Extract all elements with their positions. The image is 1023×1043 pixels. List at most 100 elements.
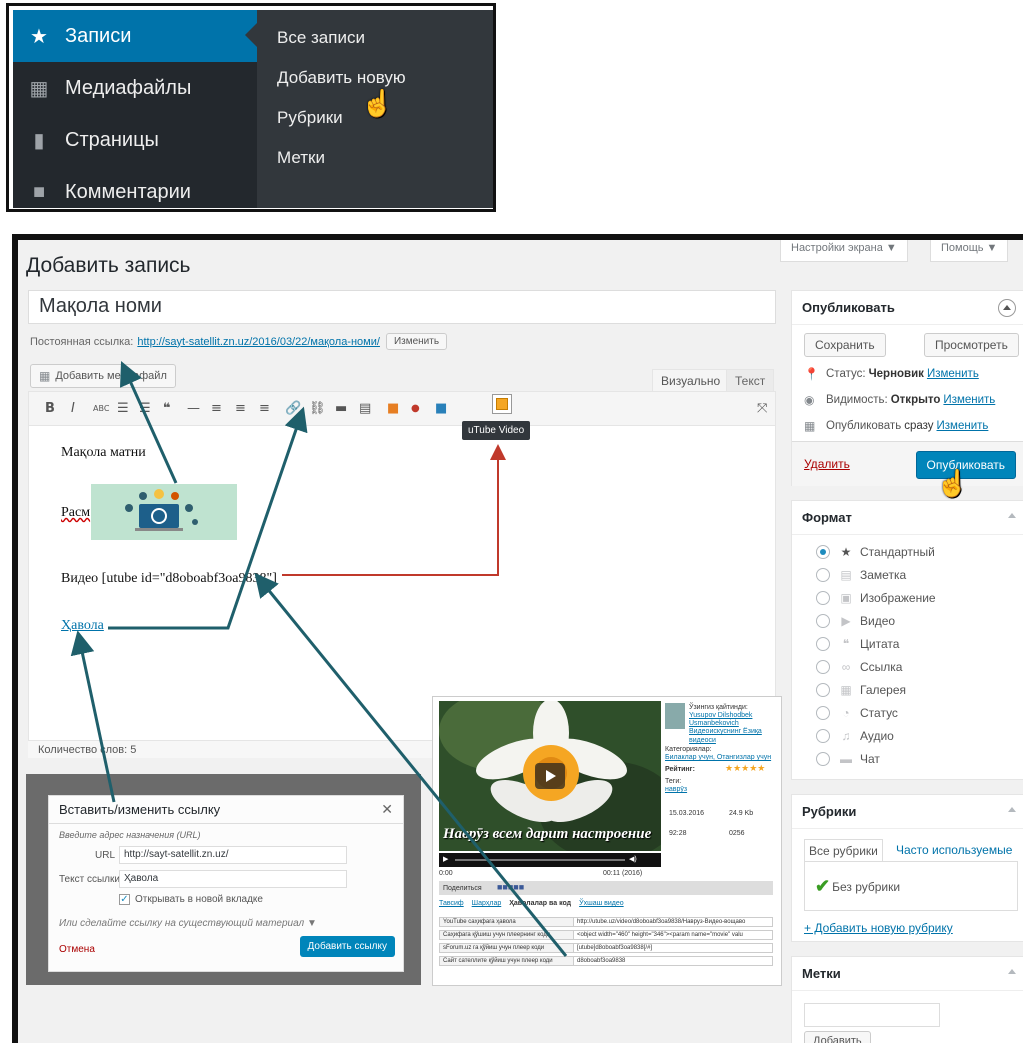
tag-input[interactable] <box>804 1003 940 1027</box>
collapse-icon[interactable] <box>1008 807 1016 812</box>
italic-icon[interactable]: I <box>71 401 75 417</box>
radio-button[interactable] <box>816 591 830 605</box>
add-link-button[interactable]: Добавить ссылку <box>299 936 395 957</box>
play-icon[interactable] <box>535 763 565 789</box>
align-right-icon[interactable]: ≡ <box>259 401 270 417</box>
radio-button[interactable] <box>816 568 830 582</box>
preview-button[interactable]: Просмотреть <box>924 333 1019 357</box>
help-tab[interactable]: Помощь ▼ <box>930 240 1009 262</box>
tag-link[interactable]: наврӯз <box>665 785 687 794</box>
horizontal-line-icon[interactable]: — <box>187 401 200 417</box>
format-option-status[interactable]: ◔ Статус <box>816 706 898 720</box>
play-icon[interactable]: ▶ <box>443 855 448 864</box>
align-center-icon[interactable]: ≡ <box>235 401 246 417</box>
save-draft-button[interactable]: Сохранить <box>804 333 886 357</box>
format-option-image[interactable]: ▣ Изображение <box>816 591 936 605</box>
new-tab-checkbox[interactable]: ✓ <box>119 894 130 905</box>
tab-popular-categories[interactable]: Часто используемые <box>896 843 1012 857</box>
radio-button[interactable] <box>816 729 830 743</box>
numbered-list-icon[interactable]: ☰ <box>139 401 151 417</box>
menu-item-pages[interactable]: ▮ Страницы <box>13 114 257 166</box>
format-option-aside[interactable]: ▤ Заметка <box>816 568 906 582</box>
format-option-video[interactable]: ▶ Видео <box>816 614 895 628</box>
format-box-header[interactable]: Формат <box>792 501 1023 535</box>
categories-link[interactable]: Билаклар учун, Отангизлар учун <box>665 753 771 762</box>
permalink-link[interactable]: http://sayt-satellit.zn.uz/2016/03/22/ма… <box>137 336 380 348</box>
share-label[interactable]: Поделиться <box>443 884 482 893</box>
format-option-audio[interactable]: ♫ Аудио <box>816 729 894 743</box>
submenu-tags[interactable]: Метки <box>257 138 493 178</box>
radio-button[interactable] <box>816 683 830 697</box>
tab-all-categories[interactable]: Все рубрики <box>804 839 883 862</box>
content-link[interactable]: Ҳавола <box>61 618 104 634</box>
toolbar-toggle-icon[interactable]: ▤ <box>359 401 371 417</box>
link-text-input[interactable]: Ҳавола <box>119 870 347 888</box>
add-media-button[interactable]: ▦ Добавить медиафайл <box>30 364 176 388</box>
unlink-icon[interactable]: ⛓ <box>309 401 326 417</box>
content-image-label: Расм <box>61 505 91 520</box>
tags-box-header[interactable]: Метки <box>792 957 1023 991</box>
screen-options-tab[interactable]: Настройки экрана ▼ <box>780 240 908 262</box>
bullet-list-icon[interactable]: ☰ <box>117 401 129 417</box>
tab-similar[interactable]: Ўхшаш видео <box>579 899 624 911</box>
author-link[interactable]: Видеоискуснинг Ёзиқа видеоси <box>689 727 779 745</box>
tab-description[interactable]: Тавсиф <box>439 899 464 911</box>
format-option-quote[interactable]: ❝ Цитата <box>816 637 899 651</box>
url-input[interactable]: http://sayt-satellit.zn.uz/ <box>119 846 347 864</box>
format-option-link[interactable]: ∞ Ссылка <box>816 660 902 674</box>
radio-button[interactable] <box>816 752 830 766</box>
checkmark-icon[interactable]: ✔ <box>815 876 830 897</box>
existing-content-toggle[interactable]: Или сделайте ссылку на существующий мате… <box>59 918 317 929</box>
add-category-link[interactable]: + Добавить новую рубрику <box>804 921 953 935</box>
delete-link[interactable]: Удалить <box>804 457 850 471</box>
strikethrough-icon[interactable]: ABC <box>93 401 109 417</box>
edit-schedule-link[interactable]: Изменить <box>937 420 989 432</box>
video-player[interactable]: Наврӯз всем дарит настроение <box>439 701 661 851</box>
social-icons[interactable]: ■■■■■ <box>497 883 524 892</box>
radio-button[interactable] <box>816 614 830 628</box>
inserted-image[interactable] <box>91 484 237 540</box>
close-icon[interactable]: ✕ <box>381 801 393 818</box>
edit-status-link[interactable]: Изменить <box>927 368 979 380</box>
read-more-icon[interactable]: ▬ <box>335 401 347 417</box>
plugin-button-icon[interactable]: ■ <box>435 401 447 417</box>
menu-item-media[interactable]: ▦ Медиафайлы <box>13 62 257 114</box>
blockquote-icon[interactable]: ❝ <box>163 401 171 417</box>
radio-button[interactable] <box>816 706 830 720</box>
cancel-link[interactable]: Отмена <box>59 944 95 955</box>
add-tag-button[interactable]: Добавить <box>804 1031 871 1043</box>
tab-text[interactable]: Текст <box>726 369 775 392</box>
tab-links-code[interactable]: Ҳаволалар ва код <box>509 899 571 911</box>
tab-comments[interactable]: Шарҳлар <box>472 899 502 911</box>
tab-visual[interactable]: Визуально <box>652 369 730 392</box>
format-option-chat[interactable]: ▬ Чат <box>816 752 880 766</box>
format-option-standard[interactable]: ★ Стандартный <box>816 545 935 559</box>
progress-bar[interactable] <box>455 859 625 861</box>
volume-icon[interactable]: ◀) <box>629 855 637 864</box>
link-icon[interactable]: 🔗 <box>285 401 301 417</box>
permalink-edit-button[interactable]: Изменить <box>385 333 448 350</box>
categories-box-header[interactable]: Рубрики <box>792 795 1023 829</box>
category-item[interactable]: ✔ Без рубрики <box>815 876 900 897</box>
collapse-icon[interactable] <box>1008 969 1016 974</box>
bold-icon[interactable]: B <box>45 401 55 417</box>
format-option-gallery[interactable]: ▦ Галерея <box>816 683 906 697</box>
submenu-all-posts[interactable]: Все записи <box>257 18 493 58</box>
edit-visibility-link[interactable]: Изменить <box>943 394 995 406</box>
post-title-input[interactable]: Мақола номи <box>28 290 776 324</box>
radio-button[interactable] <box>816 545 830 559</box>
plugin-button-icon[interactable]: ● <box>411 401 420 417</box>
fullscreen-icon[interactable]: ⤧ <box>757 401 767 417</box>
publish-box-header[interactable]: Опубликовать <box>792 291 1023 325</box>
menu-item-comments[interactable]: ■ Комментарии <box>13 166 257 208</box>
video-caption: Наврӯз всем дарит настроение <box>443 826 652 842</box>
video-controls[interactable]: ▶ ◀) <box>439 853 661 867</box>
menu-item-posts[interactable]: ★ Записи <box>13 10 257 62</box>
collapse-icon[interactable] <box>1008 513 1016 518</box>
collapse-icon[interactable] <box>998 299 1016 317</box>
plugin-button-icon[interactable]: ■ <box>387 401 399 417</box>
utube-video-button[interactable] <box>492 394 512 414</box>
radio-button[interactable] <box>816 660 830 674</box>
align-left-icon[interactable]: ≡ <box>211 401 222 417</box>
radio-button[interactable] <box>816 637 830 651</box>
